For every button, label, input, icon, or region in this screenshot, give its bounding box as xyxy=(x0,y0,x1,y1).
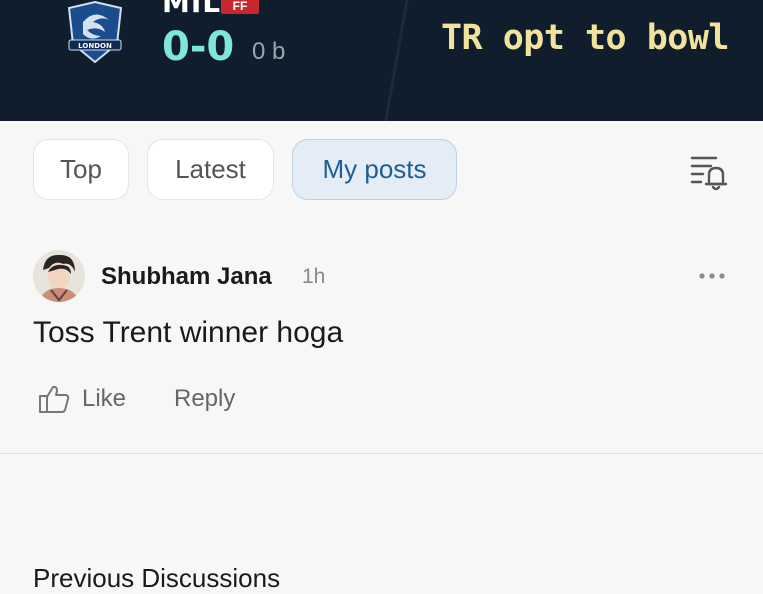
post-time: 1h xyxy=(302,265,326,288)
tab-my-posts[interactable]: My posts xyxy=(292,139,457,200)
list-bell-icon[interactable] xyxy=(689,153,729,193)
avatar[interactable] xyxy=(33,250,85,302)
team-badge: FF xyxy=(221,0,259,14)
post-author[interactable]: Shubham Jana xyxy=(101,263,272,291)
tab-top[interactable]: Top xyxy=(33,139,129,200)
filter-tabs: Top Latest My posts xyxy=(0,121,763,221)
score: 0-0 xyxy=(162,24,235,70)
toss-status: TR opt to bowl xyxy=(440,18,730,58)
tab-latest[interactable]: Latest xyxy=(147,139,274,200)
reply-button[interactable]: Reply xyxy=(174,385,235,413)
like-label: Like xyxy=(82,385,127,412)
header-stripe xyxy=(381,0,412,121)
post-card: Shubham Jana 1h Toss Trent winner hoga L… xyxy=(0,225,763,454)
logo-text: LONDON xyxy=(78,42,112,50)
balls-count: 0 b xyxy=(252,38,286,65)
like-button[interactable]: Like xyxy=(38,383,126,415)
post-body: Toss Trent winner hoga xyxy=(33,316,344,349)
more-dots-icon[interactable] xyxy=(697,269,727,283)
thumbs-up-icon xyxy=(39,385,70,413)
team-abbreviation: MIL xyxy=(162,0,222,19)
london-team-logo: LONDON xyxy=(67,0,123,64)
match-header: LONDON MIL FF 0-0 0 b TR opt to bowl xyxy=(0,0,763,121)
previous-discussions-heading: Previous Discussions xyxy=(33,563,281,593)
